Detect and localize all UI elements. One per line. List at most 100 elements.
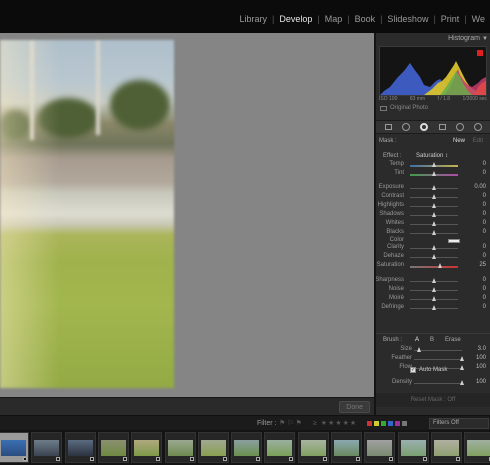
auto-mask-checkbox[interactable]: ✓ Auto Mask: [410, 367, 447, 373]
reset-mask-button[interactable]: Reset Mask : Off: [376, 393, 490, 407]
highlight-clipping-indicator[interactable]: [477, 50, 483, 56]
slider-thumb[interactable]: [431, 254, 436, 259]
brush-density-slider[interactable]: Density 100: [376, 379, 490, 388]
slider-thumb[interactable]: [431, 278, 436, 283]
slider-saturation[interactable]: Saturation 25: [376, 262, 490, 271]
slider-contrast[interactable]: Contrast 0: [376, 193, 490, 202]
slider-shadows[interactable]: Shadows 0: [376, 211, 490, 220]
slider-thumb[interactable]: [431, 305, 436, 310]
slider-highlights[interactable]: Highlights 0: [376, 202, 490, 211]
module-develop[interactable]: Develop: [274, 14, 317, 24]
filmstrip-thumbnail[interactable]: [164, 432, 196, 463]
slider-tint[interactable]: Tint 0: [376, 170, 490, 179]
photo-preview[interactable]: [0, 40, 174, 388]
slider-sharpness[interactable]: Sharpness 0: [376, 277, 490, 286]
slider-thumb[interactable]: [459, 356, 464, 361]
done-button[interactable]: Done: [339, 401, 370, 413]
green-label-icon[interactable]: [381, 421, 386, 426]
slider-value[interactable]: 3.0: [478, 346, 486, 352]
histogram-header[interactable]: Histogram ▼: [376, 33, 490, 45]
color-label-filter[interactable]: [367, 421, 407, 426]
slider-value[interactable]: 0: [483, 229, 486, 235]
filmstrip-thumbnail[interactable]: [297, 432, 329, 463]
radial-filter-tool-icon[interactable]: [456, 123, 465, 132]
brush-a-button[interactable]: A: [415, 337, 419, 343]
filmstrip-thumbnail[interactable]: [464, 432, 490, 463]
slider-thumb[interactable]: [431, 203, 436, 208]
module-map[interactable]: Map: [320, 14, 348, 24]
slider-temp[interactable]: Temp 0: [376, 161, 490, 170]
slider-value[interactable]: 0: [483, 304, 486, 310]
slider-whites[interactable]: Whites 0: [376, 220, 490, 229]
star-filter-icons[interactable]: ≥ ★★★★★: [313, 419, 357, 427]
brush-size-slider[interactable]: Size 3.0: [376, 346, 490, 355]
filmstrip-thumbnail[interactable]: [197, 432, 229, 463]
slider-defringe[interactable]: Defringe 0: [376, 304, 490, 313]
filters-dropdown[interactable]: Filters Off: [429, 418, 489, 429]
slider-value[interactable]: 0: [483, 161, 486, 167]
slider-value[interactable]: 0: [483, 193, 486, 199]
spot-removal-tool-icon[interactable]: [402, 123, 411, 132]
original-photo-toggle[interactable]: Original Photo: [380, 105, 428, 111]
brush-feather-slider[interactable]: Feather 100: [376, 355, 490, 364]
slider-value[interactable]: 100: [476, 355, 486, 361]
slider-value[interactable]: 0: [483, 295, 486, 301]
filmstrip-thumbnail[interactable]: [131, 432, 163, 463]
filmstrip-thumbnail[interactable]: [397, 432, 429, 463]
slider-exposure[interactable]: Exposure 0.00: [376, 184, 490, 193]
mask-new-button[interactable]: New: [453, 138, 465, 144]
slider-track[interactable]: [410, 266, 458, 268]
filmstrip-thumbnail[interactable]: [97, 432, 129, 463]
slider-thumb[interactable]: [431, 296, 436, 301]
slider-track[interactable]: [414, 359, 462, 360]
histogram[interactable]: [379, 46, 487, 96]
module-book[interactable]: Book: [350, 14, 381, 24]
slider-thumb[interactable]: [431, 185, 436, 190]
filmstrip-thumbnail[interactable]: [331, 432, 362, 463]
slider-thumb[interactable]: [431, 230, 436, 235]
slider-value[interactable]: 0.00: [474, 184, 486, 190]
mask-edit-button[interactable]: Edit: [473, 138, 483, 144]
slider-value[interactable]: 25: [479, 262, 486, 268]
slider-thumb[interactable]: [431, 212, 436, 217]
red-label-icon[interactable]: [367, 421, 372, 426]
slider-thumb[interactable]: [431, 171, 436, 176]
slider-value[interactable]: 100: [476, 364, 486, 370]
filmstrip-thumbnail[interactable]: [31, 432, 63, 463]
slider-track[interactable]: [414, 383, 462, 384]
slider-value[interactable]: 0: [483, 170, 486, 176]
slider-value[interactable]: 0: [483, 286, 486, 292]
filmstrip-thumbnail[interactable]: [64, 432, 96, 463]
slider-value[interactable]: 0: [483, 277, 486, 283]
adjustment-brush-tool-icon[interactable]: [474, 123, 483, 132]
slider-thumb[interactable]: [417, 347, 422, 352]
red-eye-tool-icon[interactable]: [420, 123, 429, 132]
slider-thumb[interactable]: [431, 162, 436, 167]
slider-thumb[interactable]: [459, 380, 464, 385]
blue-label-icon[interactable]: [388, 421, 393, 426]
crop-tool-icon[interactable]: [384, 123, 393, 132]
slider-moir[interactable]: Moiré 0: [376, 295, 490, 304]
slider-dehaze[interactable]: Dehaze 0: [376, 253, 490, 262]
slider-value[interactable]: 0: [483, 253, 486, 259]
slider-thumb[interactable]: [437, 263, 442, 268]
module-library[interactable]: Library: [234, 14, 272, 24]
slider-thumb[interactable]: [431, 221, 436, 226]
purple-label-icon[interactable]: [395, 421, 400, 426]
filmstrip-thumbnail[interactable]: [364, 432, 396, 463]
yellow-label-icon[interactable]: [374, 421, 379, 426]
filmstrip-thumbnail[interactable]: [264, 432, 296, 463]
effect-row[interactable]: Effect : Saturation ↕: [383, 153, 487, 159]
slider-value[interactable]: 0: [483, 211, 486, 217]
module-print[interactable]: Print: [436, 14, 465, 24]
slider-value[interactable]: 0: [483, 220, 486, 226]
brush-erase-button[interactable]: Erase: [445, 337, 461, 343]
slider-value[interactable]: 0: [483, 202, 486, 208]
color-swatch[interactable]: [448, 239, 460, 243]
flag-filter-icons[interactable]: ⚑ ⚐ ⚑: [279, 419, 302, 427]
slider-thumb[interactable]: [431, 287, 436, 292]
slider-value[interactable]: 100: [476, 379, 486, 385]
brush-b-button[interactable]: B: [430, 337, 434, 343]
slider-noise[interactable]: Noise 0: [376, 286, 490, 295]
filmstrip-thumbnail[interactable]: [0, 432, 29, 463]
